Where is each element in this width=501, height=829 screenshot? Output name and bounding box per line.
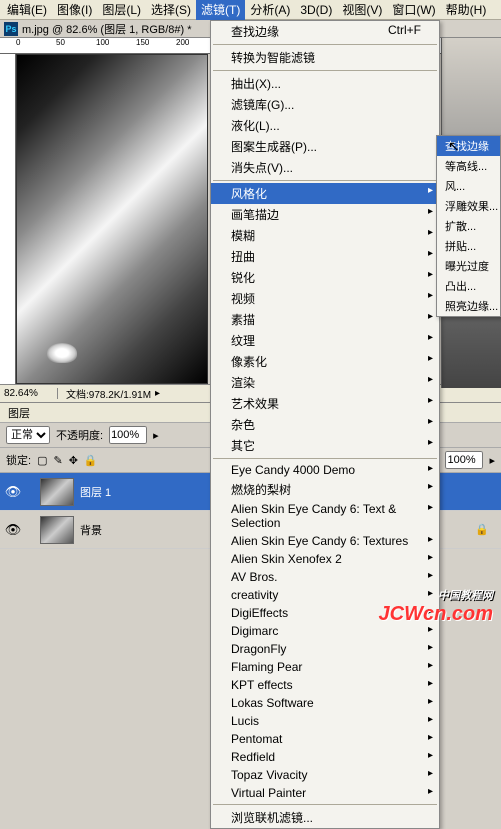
tab-layers[interactable]: 图层	[0, 403, 38, 423]
watermark-en: JCWcn.com	[379, 603, 493, 625]
menu-item[interactable]: Pentomat	[211, 730, 439, 748]
lock-icon: 🔒	[475, 523, 489, 536]
menu-item[interactable]: 图案生成器(P)...	[211, 136, 439, 157]
menu-图层(L)[interactable]: 图层(L)	[97, 0, 146, 20]
menu-item[interactable]: 素描	[211, 309, 439, 330]
layer-name: 图层 1	[80, 484, 111, 500]
menu-item[interactable]: Virtual Painter	[211, 784, 439, 802]
menu-item[interactable]: Lucis	[211, 712, 439, 730]
menu-图像(I)[interactable]: 图像(I)	[52, 0, 97, 20]
menu-item[interactable]: DragonFly	[211, 640, 439, 658]
menu-item[interactable]: 滤镜库(G)...	[211, 94, 439, 115]
separator	[213, 804, 437, 805]
menubar: 编辑(E)图像(I)图层(L)选择(S)滤镜(T)分析(A)3D(D)视图(V)…	[0, 0, 501, 20]
menu-item[interactable]: 燃烧的梨树	[211, 479, 439, 500]
submenu-item[interactable]: 照亮边缘...	[437, 296, 500, 316]
menu-item[interactable]: 艺术效果	[211, 393, 439, 414]
submenu-item[interactable]: 扩散...	[437, 216, 500, 236]
menu-item[interactable]: 消失点(V)...	[211, 157, 439, 178]
menu-item[interactable]: 其它	[211, 435, 439, 456]
ruler-vertical	[0, 54, 16, 384]
menu-item[interactable]: 浏览联机滤镜...	[211, 807, 439, 828]
separator	[213, 44, 437, 45]
chevron-right-icon[interactable]: ▸	[155, 388, 160, 399]
stylize-submenu: 查找边缘等高线...风...浮雕效果...扩散...拼贴...曝光过度凸出...…	[436, 135, 501, 317]
menu-item[interactable]: 纹理	[211, 330, 439, 351]
menu-item[interactable]: 画笔描边	[211, 204, 439, 225]
menu-3D(D)[interactable]: 3D(D)	[295, 1, 337, 19]
menu-item[interactable]: Alien Skin Eye Candy 6: Text & Selection	[211, 500, 439, 532]
submenu-item[interactable]: 曝光过度	[437, 256, 500, 276]
menu-视图(V)[interactable]: 视图(V)	[337, 0, 387, 20]
menu-item[interactable]: 查找边缘Ctrl+F	[211, 21, 439, 42]
submenu-item[interactable]: 查找边缘	[437, 136, 500, 156]
menu-item[interactable]: 液化(L)...	[211, 115, 439, 136]
submenu-item[interactable]: 凸出...	[437, 276, 500, 296]
lock-move-icon[interactable]: ✥	[69, 454, 78, 467]
layer-thumb	[40, 478, 74, 506]
lock-all-icon[interactable]: 🔒	[84, 454, 98, 467]
menu-滤镜(T)[interactable]: 滤镜(T)	[196, 0, 245, 20]
document-title: m.jpg @ 82.6% (图层 1, RGB/8#) *	[22, 21, 192, 37]
menu-item[interactable]: Alien Skin Xenofex 2	[211, 550, 439, 568]
canvas[interactable]	[16, 54, 208, 384]
menu-item[interactable]: Topaz Vivacity	[211, 766, 439, 784]
blend-mode-select[interactable]: 正常	[6, 426, 50, 444]
menu-item[interactable]: 风格化	[211, 183, 439, 204]
opacity-input[interactable]	[109, 426, 147, 444]
menu-item[interactable]: Redfield	[211, 748, 439, 766]
menu-item[interactable]: Lokas Software	[211, 694, 439, 712]
watermark: 中国教程网 JCWcn.com	[379, 587, 493, 626]
lock-transparency-icon[interactable]: ▢	[37, 454, 47, 467]
submenu-item[interactable]: 风...	[437, 176, 500, 196]
ruler-mark: 100	[96, 38, 109, 47]
app-icon: Ps	[4, 22, 18, 36]
chevron-right-icon[interactable]: ▸	[153, 429, 159, 442]
visibility-icon[interactable]: 👁	[4, 523, 22, 537]
menu-item[interactable]: 转换为智能滤镜	[211, 47, 439, 68]
menu-帮助(H)[interactable]: 帮助(H)	[441, 0, 492, 20]
opacity-label: 不透明度:	[56, 427, 103, 443]
menu-item[interactable]: 抽出(X)...	[211, 73, 439, 94]
menu-item[interactable]: 像素化	[211, 351, 439, 372]
menu-item[interactable]: 渲染	[211, 372, 439, 393]
fill-input[interactable]	[445, 451, 483, 469]
lock-label: 锁定:	[6, 452, 31, 468]
chevron-right-icon[interactable]: ▸	[489, 454, 495, 467]
separator	[213, 70, 437, 71]
canvas-image	[17, 55, 207, 383]
submenu-item[interactable]: 拼贴...	[437, 236, 500, 256]
submenu-item[interactable]: 等高线...	[437, 156, 500, 176]
lock-paint-icon[interactable]: ✎	[53, 454, 62, 467]
ruler-mark: 0	[16, 38, 20, 47]
menu-窗口(W)[interactable]: 窗口(W)	[387, 0, 440, 20]
menu-item[interactable]: 杂色	[211, 414, 439, 435]
submenu-item[interactable]: 浮雕效果...	[437, 196, 500, 216]
menu-item[interactable]: Flaming Pear	[211, 658, 439, 676]
ruler-mark: 150	[136, 38, 149, 47]
menu-编辑(E)[interactable]: 编辑(E)	[2, 0, 52, 20]
menu-item[interactable]: 锐化	[211, 267, 439, 288]
ruler-mark: 50	[56, 38, 65, 47]
visibility-icon[interactable]: 👁	[4, 485, 22, 499]
menu-选择(S)[interactable]: 选择(S)	[146, 0, 196, 20]
menu-item[interactable]: AV Bros.	[211, 568, 439, 586]
separator	[213, 180, 437, 181]
watermark-cn: 中国教程网	[379, 587, 493, 603]
menu-item[interactable]: Alien Skin Eye Candy 6: Textures	[211, 532, 439, 550]
menu-item[interactable]: 视频	[211, 288, 439, 309]
zoom-level[interactable]: 82.64%	[0, 388, 58, 399]
layer-thumb	[40, 516, 74, 544]
menu-item[interactable]: KPT effects	[211, 676, 439, 694]
filter-menu: 查找边缘Ctrl+F 转换为智能滤镜抽出(X)...滤镜库(G)...液化(L).…	[210, 20, 440, 829]
menu-分析(A)[interactable]: 分析(A)	[245, 0, 295, 20]
layer-name: 背景	[80, 522, 102, 538]
menu-item[interactable]: 扭曲	[211, 246, 439, 267]
separator	[213, 458, 437, 459]
ruler-mark: 200	[176, 38, 189, 47]
menu-item[interactable]: 模糊	[211, 225, 439, 246]
menu-item[interactable]: Eye Candy 4000 Demo	[211, 461, 439, 479]
document-size: 文档:978.2K/1.91M	[58, 386, 151, 401]
